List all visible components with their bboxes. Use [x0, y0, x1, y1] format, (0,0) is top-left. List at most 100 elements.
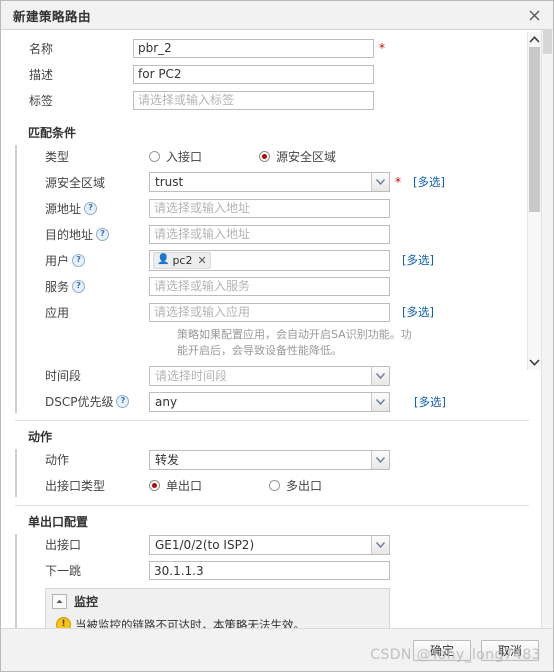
row-destination-address: 目的地址 ? [17, 223, 529, 245]
dscp-priority-select[interactable]: any [149, 391, 390, 412]
type-label: 类型 [45, 149, 70, 164]
radio-label: 源安全区域 [276, 149, 337, 164]
help-icon[interactable]: ? [84, 201, 98, 215]
tag-label: 标签 [29, 93, 54, 108]
basic-fields: 名称 * 描述 标签 [1, 30, 553, 111]
user-chip[interactable]: 👤 pc2 ✕ [153, 251, 211, 269]
user-tag-input[interactable]: 👤 pc2 ✕ [149, 249, 390, 271]
triangle-up-icon[interactable] [52, 593, 67, 609]
ok-button[interactable]: 确定 [413, 639, 471, 661]
help-icon[interactable]: ? [72, 279, 86, 293]
egress-interface-value: GE1/0/2(to ISP2) [155, 537, 255, 552]
help-icon[interactable]: ? [116, 395, 130, 409]
user-label: 用户 ? [17, 252, 149, 269]
row-application: 应用 [多选] [17, 301, 529, 323]
destination-address-input[interactable] [149, 224, 390, 244]
application-note: 策略如果配置应用，会自动开启SA识别功能。功能开启后，会导致设备性能降低。 [177, 328, 412, 357]
dialog-footer: 确定 取消 CSDN @Tony_long7483 [1, 628, 553, 671]
tag-input[interactable] [133, 90, 374, 110]
source-zone-value: trust [155, 175, 184, 189]
application-multiselect-link[interactable]: [多选] [402, 304, 434, 320]
service-label: 服务 ? [17, 278, 149, 295]
row-egress-type: 出接口类型 单出口 多出口 [17, 475, 529, 497]
radio-dot [149, 150, 160, 162]
radio-dot [269, 480, 280, 492]
egress-interface-label: 出接口 [45, 538, 82, 553]
service-input[interactable] [149, 276, 390, 296]
inner-scroll-track[interactable] [528, 47, 541, 355]
cancel-button[interactable]: 取消 [481, 639, 539, 661]
row-action: 动作 转发 [17, 449, 529, 471]
action-label: 动作 [45, 453, 70, 468]
radio-dot [259, 150, 270, 162]
radio-egress-single[interactable]: 单出口 [149, 477, 269, 494]
row-source-zone: 源安全区域 trust * [多选] [17, 171, 529, 193]
source-zone-multiselect-link[interactable]: [多选] [413, 174, 445, 190]
next-hop-label: 下一跳 [45, 564, 82, 579]
application-label: 应用 [45, 305, 70, 320]
user-chip-label: pc2 [172, 253, 193, 267]
destination-address-label-text: 目的地址 [45, 227, 94, 242]
user-icon: 👤 [157, 254, 170, 265]
user-label-text: 用户 [45, 253, 70, 268]
monitor-warning-text: 当被监控的链路不可达时，本策略无法生效。 [75, 617, 305, 628]
dialog-scroll-thumb[interactable] [543, 30, 552, 54]
single-egress-section: 出接口 GE1/0/2(to ISP2) 下一跳 30.1.1.3 监控 ! 当… [15, 533, 529, 628]
close-icon[interactable] [525, 6, 543, 24]
chevron-down-icon[interactable] [371, 173, 389, 191]
time-range-select[interactable]: 请选择时间段 [149, 365, 390, 386]
user-multiselect-link[interactable]: [多选] [402, 252, 434, 268]
time-range-label: 时间段 [45, 369, 82, 384]
action-section-title: 动作 [28, 429, 53, 444]
row-dscp-priority: DSCP优先级 ? any [多选] [17, 391, 529, 413]
row-service: 服务 ? [17, 275, 529, 297]
radio-label: 入接口 [166, 149, 203, 164]
source-zone-required-mark: * [395, 175, 401, 189]
monitor-panel-header[interactable]: 监控 [46, 589, 389, 614]
chevron-down-icon[interactable] [371, 535, 389, 554]
source-address-input[interactable] [149, 198, 390, 218]
scroll-down-button[interactable] [528, 355, 541, 370]
inner-scroll-thumb[interactable] [529, 47, 540, 212]
warning-icon: ! [56, 616, 71, 628]
application-input[interactable] [149, 302, 390, 322]
scroll-up-button[interactable] [528, 32, 541, 47]
close-icon[interactable]: ✕ [197, 254, 206, 267]
row-time-range: 时间段 请选择时间段 [17, 365, 529, 387]
single-egress-section-title: 单出口配置 [28, 514, 89, 529]
source-zone-select[interactable]: trust [149, 172, 390, 192]
source-zone-label: 源安全区域 [45, 175, 106, 190]
help-icon[interactable]: ? [96, 227, 110, 241]
chevron-down-icon[interactable] [371, 392, 389, 411]
next-hop-input[interactable] [149, 561, 390, 581]
dialog-vertical-scrollbar[interactable] [541, 30, 553, 628]
match-section-title: 匹配条件 [28, 126, 77, 140]
chevron-down-icon[interactable] [371, 450, 389, 469]
radio-egress-multi[interactable]: 多出口 [269, 477, 322, 494]
name-input[interactable] [133, 38, 374, 58]
row-source-address: 源地址 ? [17, 197, 529, 219]
name-label: 名称 [29, 41, 54, 56]
action-section: 动作 转发 出接口类型 单出口 多出口 [15, 448, 529, 497]
description-input[interactable] [133, 64, 374, 84]
radio-type-ingress-interface[interactable]: 入接口 [149, 148, 259, 165]
radio-dot [149, 480, 160, 492]
monitor-panel: 监控 ! 当被监控的链路不可达时，本策略无法生效。 可靠性检测 不检测 [45, 587, 390, 628]
row-type: 类型 入接口 源安全区域 [17, 145, 529, 167]
dialog-body: 名称 * 描述 标签 [1, 30, 553, 628]
service-label-text: 服务 [45, 279, 70, 294]
radio-type-source-zone[interactable]: 源安全区域 [259, 148, 336, 165]
dscp-priority-value: any [155, 394, 178, 409]
dscp-priority-label-text: DSCP优先级 [45, 395, 114, 410]
chevron-down-icon[interactable] [371, 366, 389, 385]
row-next-hop: 下一跳 [17, 560, 529, 582]
help-icon[interactable]: ? [72, 253, 86, 267]
radio-label: 多出口 [286, 479, 323, 494]
row-egress-interface: 出接口 GE1/0/2(to ISP2) [17, 534, 529, 556]
inner-vertical-scrollbar[interactable] [527, 32, 542, 370]
dscp-priority-multiselect-link[interactable]: [多选] [414, 394, 446, 410]
action-select[interactable]: 转发 [149, 449, 390, 470]
name-required-mark: * [379, 41, 385, 55]
new-policy-route-dialog: 新建策略路由 名称 * 描述 [0, 0, 554, 672]
egress-interface-select[interactable]: GE1/0/2(to ISP2) [149, 534, 390, 555]
